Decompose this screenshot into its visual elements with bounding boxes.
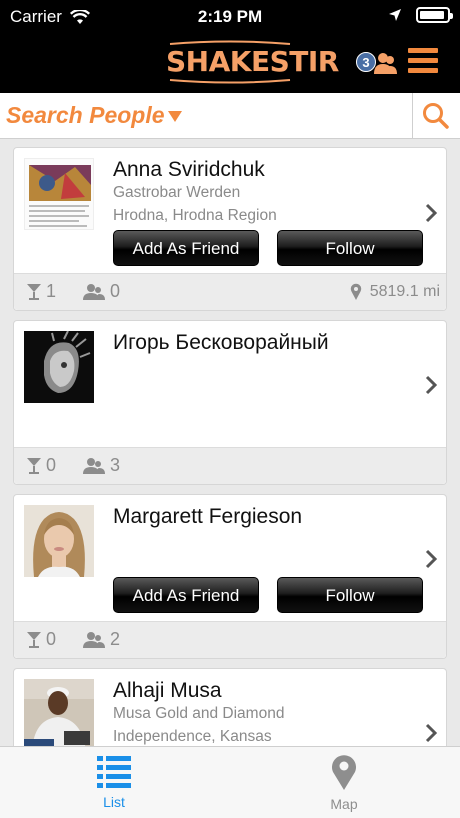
friends-count: 0	[110, 281, 121, 301]
person-name: Игорь Бесковорайный	[113, 331, 329, 354]
friend-request-count: 3	[356, 52, 376, 72]
friend-requests-button[interactable]: 3	[356, 50, 398, 76]
status-right	[388, 7, 453, 23]
drinks-count: 0	[46, 455, 57, 475]
menu-bar-1	[408, 48, 438, 53]
person-card[interactable]: Alhaji Musa Musa Gold and Diamond Indepe…	[13, 668, 447, 746]
distance-value: 5819.1 mi	[369, 283, 440, 300]
app-logo: SHAKESTIR	[166, 40, 339, 84]
tab-map-label: Map	[330, 796, 358, 812]
follow-button[interactable]: Follow	[277, 230, 423, 266]
friends-icon	[83, 457, 105, 474]
status-bar: Carrier 2:19 PM	[0, 0, 460, 34]
battery-icon	[416, 7, 453, 23]
avatar	[24, 505, 94, 577]
add-friend-button[interactable]: Add As Friend	[113, 230, 259, 266]
card-footer: 0 3	[14, 447, 446, 484]
people-list: Anna Sviridchuk Gastrobar Werden Hrodna,…	[0, 139, 460, 746]
person-location: Hrodna, Hrodna Region	[113, 207, 277, 224]
tab-map[interactable]: Map	[304, 753, 384, 812]
search-type-label: Search People	[6, 102, 165, 128]
tab-list[interactable]: List	[74, 753, 154, 810]
person-location: Independence, Kansas	[113, 728, 272, 745]
tab-list-label: List	[103, 794, 125, 810]
distance: 5819.1 mi	[350, 283, 440, 301]
card-footer: 1 0 5819.1 mi	[14, 273, 446, 310]
chevron-right-icon[interactable]	[424, 374, 438, 396]
avatar	[24, 158, 94, 230]
avatar	[24, 331, 94, 403]
person-card[interactable]: Игорь Бесковорайный 0 3	[13, 320, 447, 485]
follow-button[interactable]: Follow	[277, 577, 423, 613]
friends-stat: 0	[82, 281, 120, 302]
friends-stat: 2	[82, 629, 120, 650]
location-arrow-icon	[389, 9, 401, 21]
map-pin-icon	[332, 755, 356, 790]
chevron-right-icon[interactable]	[424, 722, 438, 744]
friends-count: 3	[110, 455, 121, 475]
drinks-stat: 0	[26, 629, 56, 650]
drinks-count: 0	[46, 629, 57, 649]
card-footer: 0 2	[14, 621, 446, 658]
person-place: Musa Gold and Diamond	[113, 705, 285, 722]
menu-bar-3	[408, 68, 438, 73]
list-icon	[97, 756, 131, 788]
cocktail-glass-icon	[27, 457, 41, 474]
chevron-right-icon[interactable]	[424, 548, 438, 570]
drinks-stat: 1	[26, 281, 56, 302]
search-bar: Search People	[0, 93, 460, 139]
tab-bar: List Map	[0, 746, 460, 818]
menu-bar-2	[408, 58, 438, 63]
avatar	[24, 679, 94, 746]
map-pin-icon	[350, 283, 361, 300]
dropdown-caret-icon	[168, 111, 182, 122]
chevron-right-icon[interactable]	[424, 202, 438, 224]
person-name: Alhaji Musa	[113, 679, 222, 702]
person-name: Anna Sviridchuk	[113, 158, 265, 181]
friends-count: 2	[110, 629, 121, 649]
drinks-count: 1	[46, 281, 57, 301]
person-card[interactable]: Anna Sviridchuk Gastrobar Werden Hrodna,…	[13, 147, 447, 311]
drinks-stat: 0	[26, 455, 56, 476]
search-divider	[412, 93, 413, 139]
logo-text: SHAKESTIR	[166, 45, 339, 78]
header-bar: Carrier 2:19 PM SHAKESTIR 3	[0, 0, 460, 93]
add-friend-button[interactable]: Add As Friend	[113, 577, 259, 613]
search-icon[interactable]	[422, 102, 450, 130]
person-place: Gastrobar Werden	[113, 184, 241, 201]
friends-stat: 3	[82, 455, 120, 476]
cocktail-glass-icon	[27, 631, 41, 648]
person-name: Margarett Fergieson	[113, 505, 303, 528]
menu-button[interactable]	[408, 48, 438, 74]
friends-icon	[83, 283, 105, 300]
friends-icon	[83, 631, 105, 648]
person-card[interactable]: Margarett Fergieson Add As Friend Follow…	[13, 494, 447, 659]
cocktail-glass-icon	[27, 283, 41, 300]
